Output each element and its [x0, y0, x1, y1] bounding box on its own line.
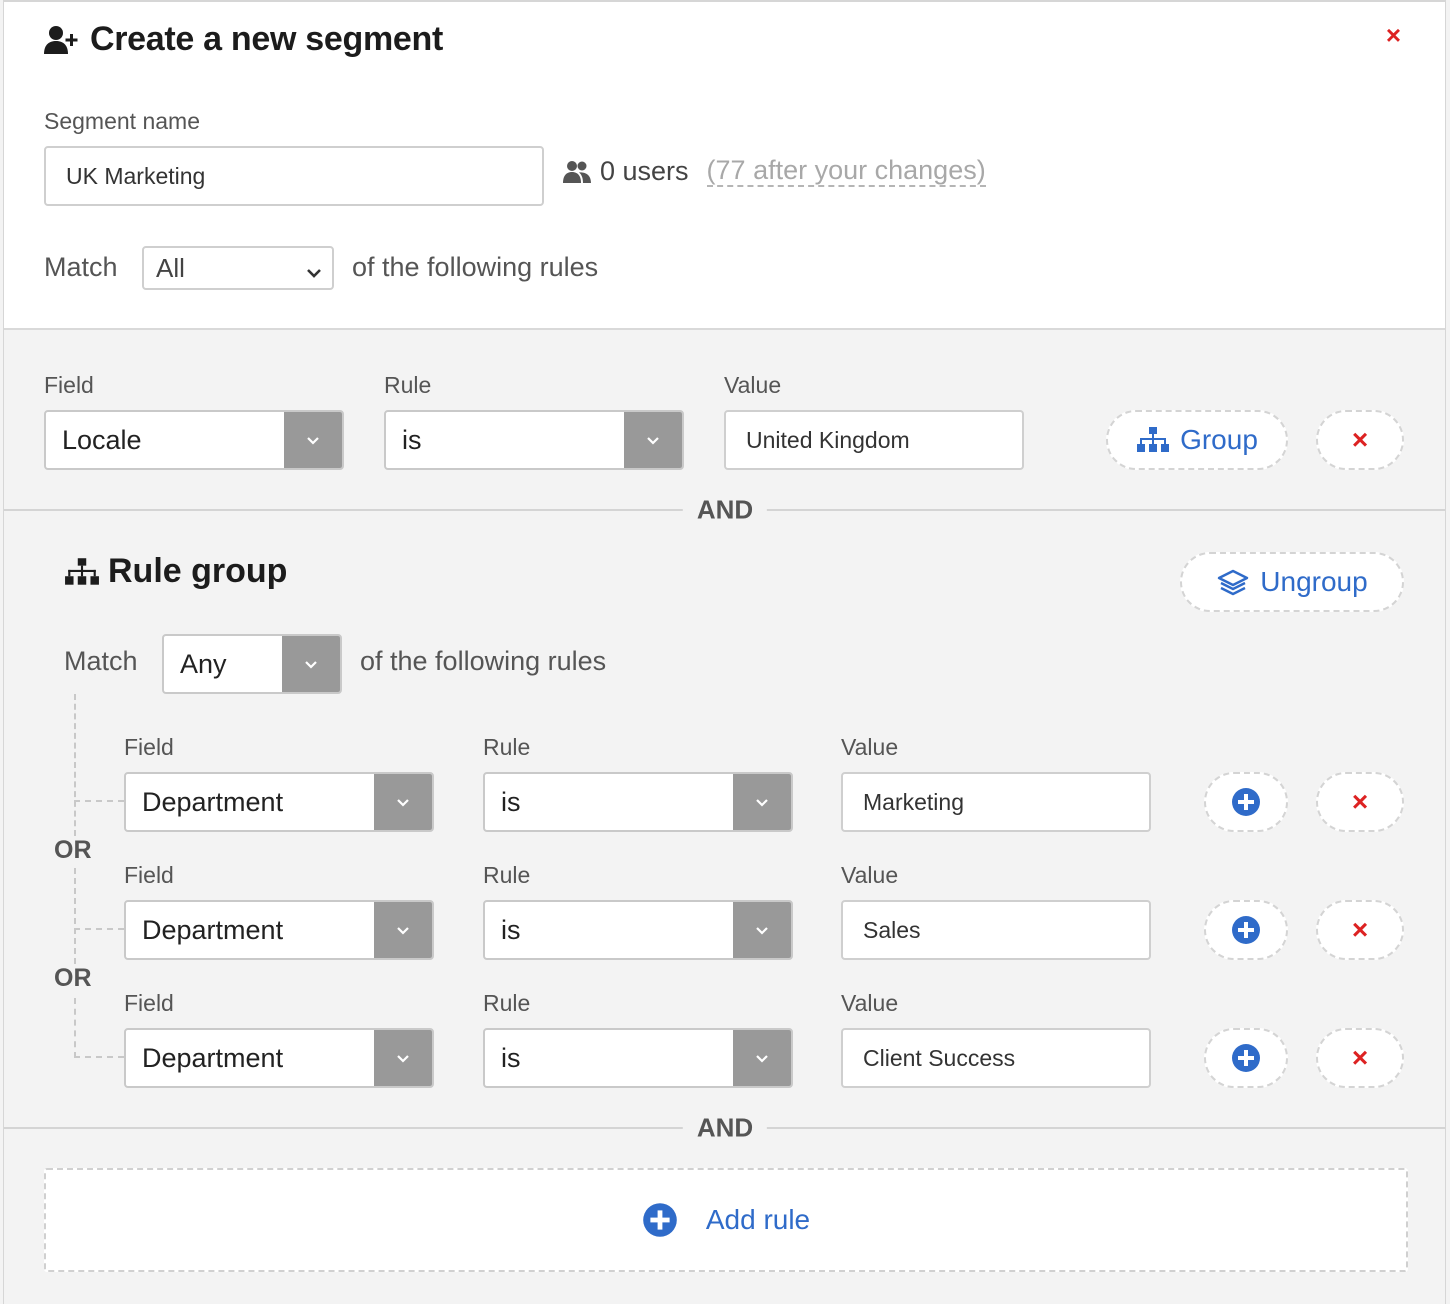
- value-label: Value: [841, 862, 899, 888]
- close-icon: ×: [1351, 786, 1369, 817]
- field-select[interactable]: Department: [124, 1028, 434, 1088]
- plus-circle-icon: [1231, 787, 1261, 817]
- segment-name-input[interactable]: UK Marketing: [44, 146, 544, 206]
- tree-line: [74, 800, 124, 802]
- rule-select[interactable]: is: [384, 410, 684, 470]
- field-select-value: Department: [142, 786, 284, 817]
- and-connector: AND: [682, 1112, 768, 1144]
- group-match-label: Match: [64, 646, 138, 676]
- value-input[interactable]: United Kingdom: [724, 410, 1024, 470]
- field-label: Field: [124, 734, 174, 760]
- field-label: Field: [124, 862, 174, 888]
- rule-select[interactable]: is: [483, 1028, 793, 1088]
- add-sub-rule-button[interactable]: [1204, 1028, 1288, 1088]
- value-input[interactable]: Client Success: [841, 1028, 1151, 1088]
- remove-rule-button[interactable]: ×: [1316, 410, 1404, 470]
- rule-label: Rule: [483, 990, 531, 1016]
- layers-icon: [1216, 568, 1250, 596]
- remove-rule-button[interactable]: ×: [1316, 1028, 1404, 1088]
- value-label: Value: [841, 734, 899, 760]
- tree-line: [74, 694, 76, 836]
- tree-line: [74, 998, 76, 1058]
- field-select[interactable]: Department: [124, 772, 434, 832]
- chevron-down-icon: [304, 259, 324, 290]
- chevron-down-icon: [733, 1030, 791, 1086]
- tree-line: [74, 1056, 124, 1058]
- page-title: Create a new segment: [90, 20, 444, 58]
- tree-line: [74, 868, 76, 964]
- add-rule-button[interactable]: Add rule: [44, 1168, 1408, 1272]
- rule-select[interactable]: is: [483, 772, 793, 832]
- field-select[interactable]: Department: [124, 900, 434, 960]
- rule-select-value: is: [501, 786, 521, 817]
- field-select[interactable]: Locale: [44, 410, 344, 470]
- match-select[interactable]: All: [142, 246, 334, 290]
- after-changes-link[interactable]: (77 after your changes): [706, 156, 986, 187]
- group-match-select[interactable]: Any: [162, 634, 342, 694]
- ungroup-button-label: Ungroup: [1260, 566, 1368, 597]
- value-input[interactable]: Marketing: [841, 772, 1151, 832]
- add-rule-label: Add rule: [705, 1204, 811, 1235]
- ungroup-button[interactable]: Ungroup: [1180, 552, 1404, 612]
- field-select-value: Department: [142, 1042, 284, 1073]
- remove-rule-button[interactable]: ×: [1316, 772, 1404, 832]
- group-button[interactable]: Group: [1106, 410, 1288, 470]
- close-icon[interactable]: ×: [1386, 22, 1401, 48]
- chevron-down-icon: [624, 412, 682, 468]
- rule-select-value: is: [402, 424, 422, 455]
- chevron-down-icon: [374, 774, 432, 830]
- rule-group-title: Rule group: [64, 552, 287, 591]
- chevron-down-icon: [733, 902, 791, 958]
- remove-rule-button[interactable]: ×: [1316, 900, 1404, 960]
- field-label: Field: [44, 372, 94, 398]
- group-match-suffix: of the following rules: [360, 646, 607, 676]
- field-select-value: Locale: [62, 424, 142, 455]
- rule-select-value: is: [501, 1042, 521, 1073]
- match-suffix: of the following rules: [352, 252, 599, 282]
- rule-group-heading: Rule group: [108, 552, 288, 590]
- close-icon: ×: [1351, 424, 1369, 455]
- chevron-down-icon: [282, 636, 340, 692]
- chevron-down-icon: [733, 774, 791, 830]
- group-button-label: Group: [1180, 424, 1258, 455]
- segment-dialog: Create a new segment × Segment name UK M…: [3, 0, 1446, 1304]
- field-select-value: Department: [142, 914, 284, 945]
- segment-name-label: Segment name: [44, 108, 200, 134]
- users-icon: [562, 160, 592, 184]
- close-icon: ×: [1351, 914, 1369, 945]
- group-match-value: Any: [180, 648, 227, 679]
- or-connector: OR: [54, 964, 92, 992]
- match-label: Match: [44, 252, 118, 282]
- chevron-down-icon: [374, 1030, 432, 1086]
- rule-select[interactable]: is: [483, 900, 793, 960]
- value-label: Value: [841, 990, 899, 1016]
- or-connector: OR: [54, 836, 92, 864]
- user-count-text: 0 users: [600, 156, 689, 186]
- match-select-value: All: [156, 252, 185, 283]
- plus-circle-icon: [1231, 915, 1261, 945]
- rule-label: Rule: [384, 372, 432, 398]
- plus-circle-icon: [642, 1202, 678, 1238]
- user-plus-icon: [44, 24, 80, 56]
- rule-select-value: is: [501, 914, 521, 945]
- chevron-down-icon: [284, 412, 342, 468]
- rule-label: Rule: [483, 734, 531, 760]
- plus-circle-icon: [1231, 1043, 1261, 1073]
- dialog-title: Create a new segment: [44, 20, 443, 59]
- add-sub-rule-button[interactable]: [1204, 900, 1288, 960]
- sitemap-icon: [64, 557, 100, 587]
- close-icon: ×: [1351, 1042, 1369, 1073]
- chevron-down-icon: [374, 902, 432, 958]
- value-input[interactable]: Sales: [841, 900, 1151, 960]
- add-sub-rule-button[interactable]: [1204, 772, 1288, 832]
- rule-label: Rule: [483, 862, 531, 888]
- sitemap-icon: [1136, 426, 1170, 454]
- field-label: Field: [124, 990, 174, 1016]
- dialog-header: Create a new segment × Segment name UK M…: [4, 2, 1445, 330]
- and-connector: AND: [682, 494, 768, 526]
- value-label: Value: [724, 372, 782, 398]
- user-count: 0 users (77 after your changes): [562, 156, 986, 187]
- tree-line: [74, 928, 124, 930]
